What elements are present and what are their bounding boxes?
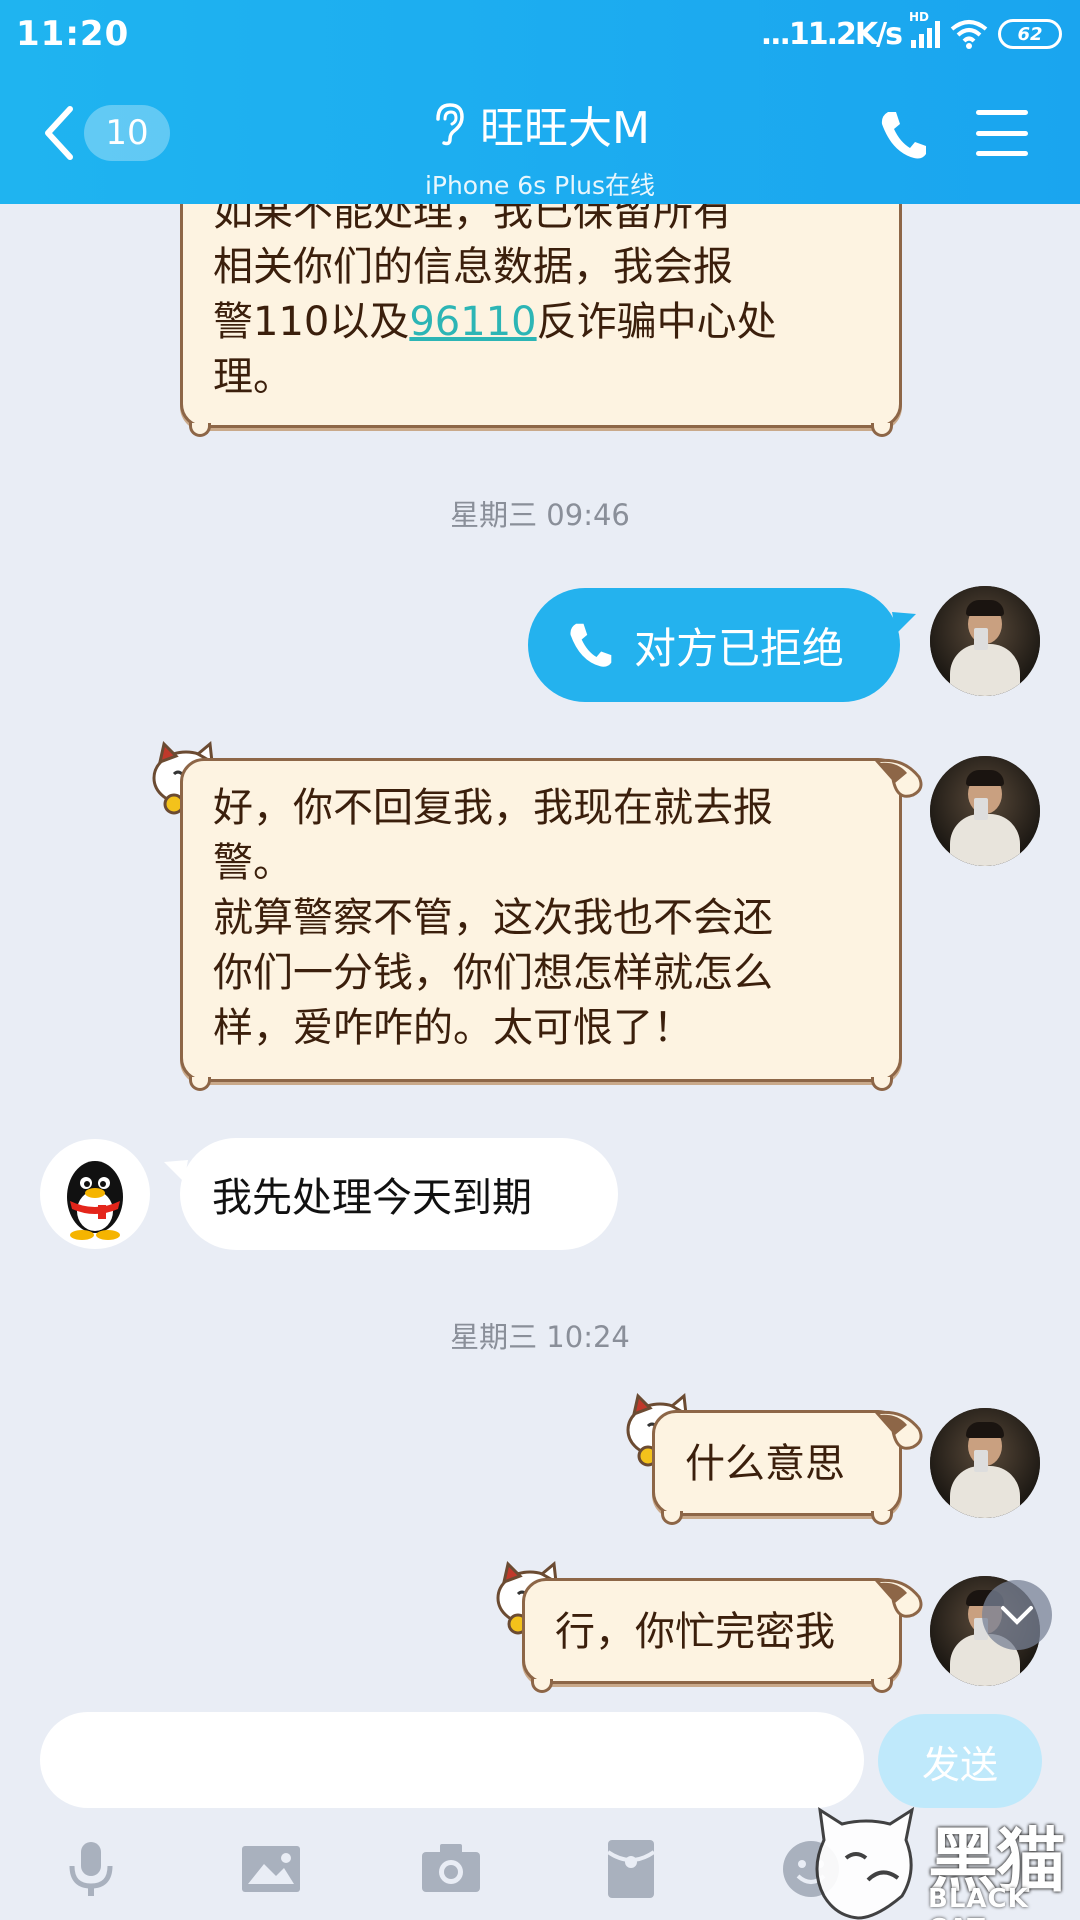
timestamp: 星期三 10:24 [450,1320,630,1354]
ear-icon[interactable] [430,101,466,147]
message-text: 行，你忙完密我 [555,1609,835,1655]
message-bubble[interactable]: 我先处理今天到期 [180,1138,618,1250]
message-line: 警110以及96110反诈骗中心处 [213,299,777,345]
battery-indicator: 62 [998,19,1062,49]
message-line: 相关你们的信息数据，我会报 [213,244,733,290]
cat-ear-icon [874,1578,923,1618]
avatar[interactable] [930,586,1040,696]
message-line: 就算警察不管，这次我也不会还 [213,895,773,941]
online-status: iPhone 6s Plus在线 [424,171,656,200]
qq-penguin-icon [67,1161,123,1240]
menu-icon[interactable] [976,110,1028,156]
wifi-icon [950,20,988,49]
cat-ear-icon [874,758,923,798]
message-line: 你们一分钱，你们想怎样就怎么 [213,950,773,996]
call-status-text: 对方已拒绝 [634,623,845,673]
message-line: 好，你不回复我，我现在就去报 [213,785,773,831]
message-text: 什么意思 [685,1441,845,1487]
avatar[interactable] [930,756,1040,866]
phone-number-link[interactable]: 96110 [409,299,536,345]
camera-icon[interactable] [416,1834,486,1904]
message-bubble[interactable]: 什么意思 [652,1410,923,1525]
timestamp: 星期三 09:46 [450,498,630,532]
watermark-subtitle: BLACK CAT [928,1884,1029,1920]
message-bubble[interactable]: 如果不能处理，我已保留所有 相关你们的信息数据，我会报 警110以及96110反… [180,204,902,437]
chevron-down-icon [1001,1606,1033,1625]
message-input[interactable] [40,1712,864,1808]
scroll-to-bottom-button[interactable] [982,1580,1052,1650]
status-bar-right: ...11.2K/s HD 62 [760,10,1062,52]
status-time: 11:20 [16,14,130,54]
avatar[interactable] [930,1408,1040,1518]
message-bubble[interactable]: 行，你忙完密我 [522,1578,923,1693]
message-text: 我先处理今天到期 [212,1175,532,1221]
microphone-icon[interactable] [56,1834,126,1904]
bubble-tail [892,612,916,634]
message-line: 样，爱咋咋的。太可恨了！ [213,1005,693,1051]
contact-name: 旺旺大M [480,103,650,154]
network-speed: ...11.2K/s [760,16,903,52]
message-line: 如果不能处理，我已保留所有 [213,204,733,235]
message-bubble[interactable]: 好，你不回复我，我现在就去报 警。 就算警察不管，这次我也不会还 你们一分钱，你… [180,758,923,1091]
message-list[interactable]: 如果不能处理，我已保留所有 相关你们的信息数据，我会报 警110以及96110反… [0,204,1080,1704]
battery-level: 62 [1017,23,1043,45]
avatar[interactable] [40,1139,150,1249]
cat-ear-icon [874,1410,923,1450]
message-line: 警。 [213,840,293,886]
send-button[interactable]: 发送 [878,1714,1042,1808]
message-line: 理。 [213,354,293,400]
red-packet-icon[interactable] [596,1834,666,1904]
call-status-bubble[interactable]: 对方已拒绝 [528,588,900,702]
phone-icon[interactable] [878,108,928,162]
signal-icon: HD [909,10,940,48]
phone-icon [570,623,612,667]
chat-header: 11:20 ...11.2K/s HD 62 10 旺旺大M iPhone 6s… [0,0,1080,204]
hd-label: HD [909,10,930,24]
image-icon[interactable] [236,1834,306,1904]
